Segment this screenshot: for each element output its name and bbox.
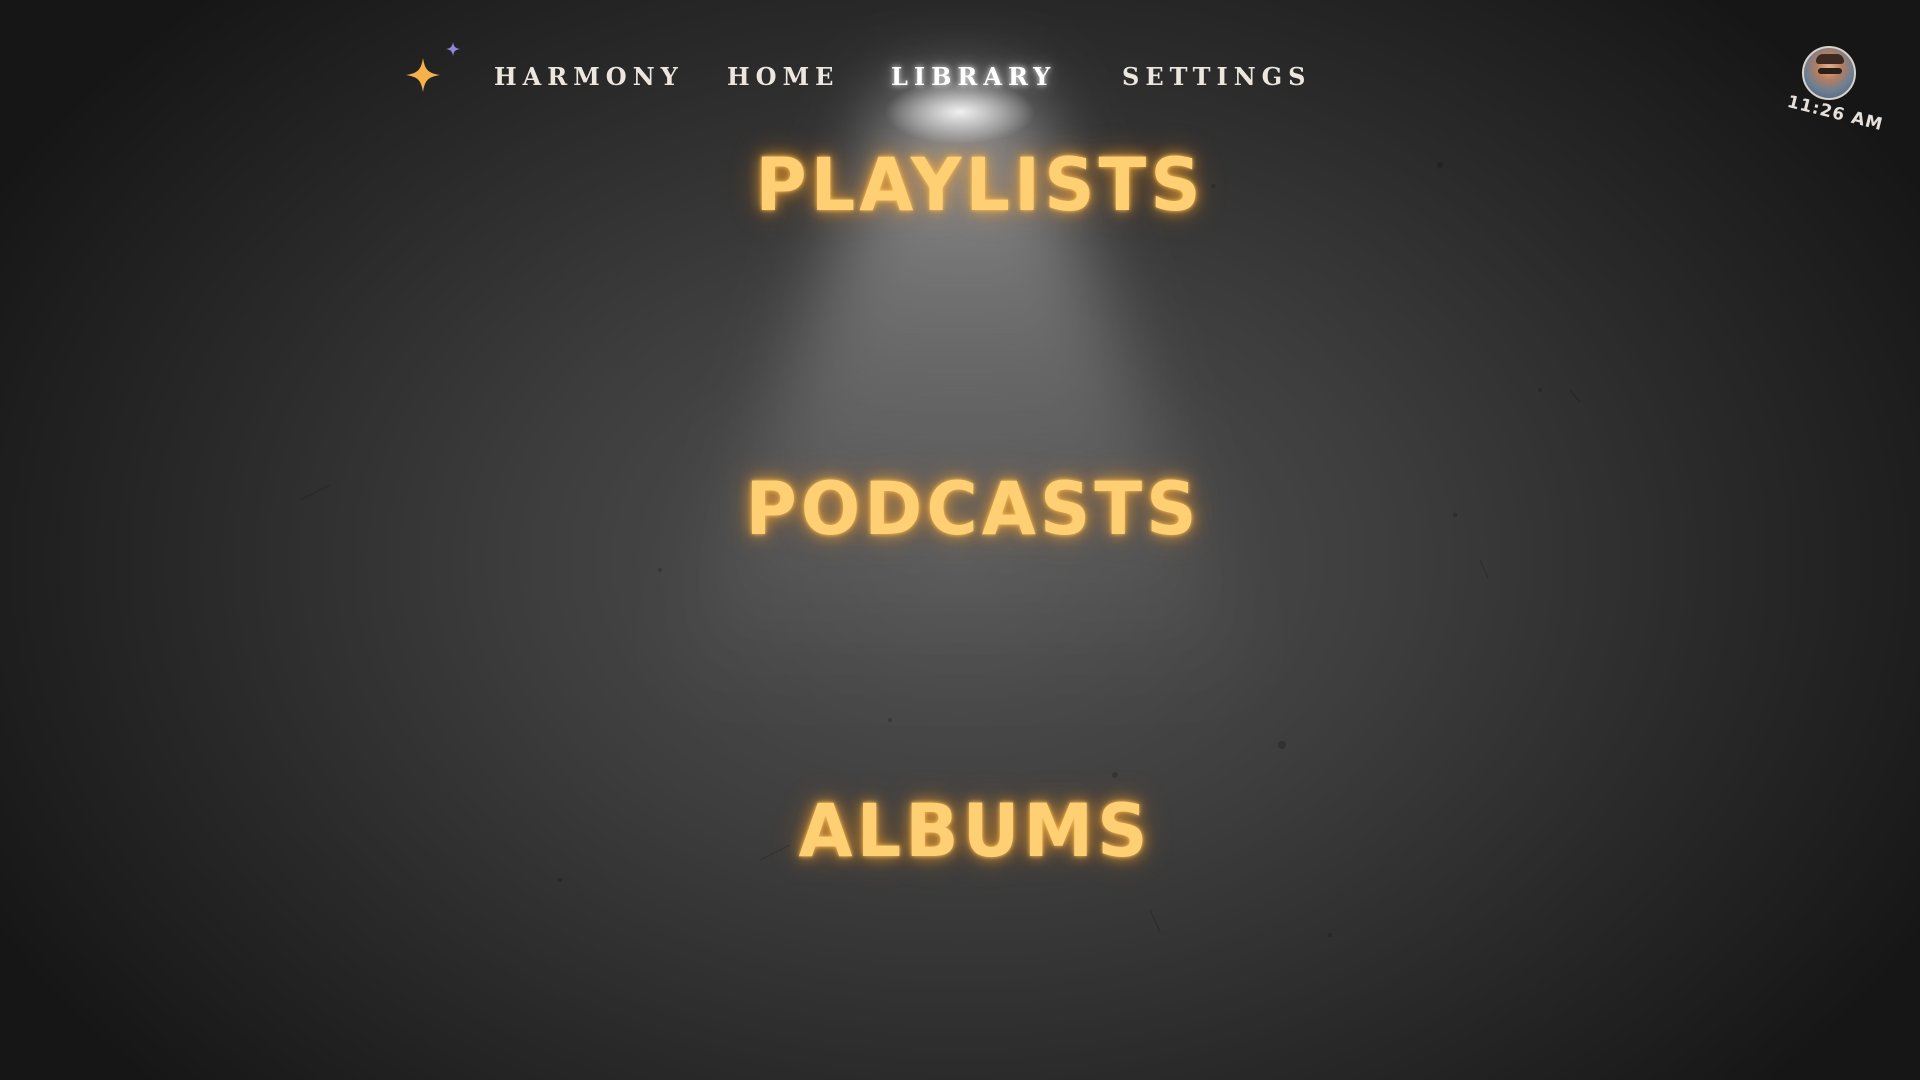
category-podcasts-label: PODCASTS: [745, 465, 1201, 553]
brand-name[interactable]: HARMONY: [494, 60, 684, 94]
sparkle-star-icon[interactable]: [400, 40, 466, 110]
avatar-hair: [1816, 54, 1844, 64]
user-avatar[interactable]: [1802, 46, 1856, 100]
category-albums[interactable]: ALBUMS: [0, 784, 1920, 879]
category-podcasts[interactable]: PODCASTS: [0, 462, 1920, 557]
avatar-glasses: [1818, 68, 1842, 74]
nav-library[interactable]: LIBRARY: [891, 60, 1056, 94]
library-screen: HARMONY HOME LIBRARY SETTINGS 11:26 AM P…: [0, 0, 1920, 1080]
category-playlists[interactable]: PLAYLISTS: [0, 138, 1920, 233]
nav-home[interactable]: HOME: [727, 60, 839, 94]
nav-settings[interactable]: SETTINGS: [1122, 60, 1311, 94]
category-albums-label: ALBUMS: [798, 787, 1152, 875]
category-playlists-label: PLAYLISTS: [755, 141, 1205, 229]
